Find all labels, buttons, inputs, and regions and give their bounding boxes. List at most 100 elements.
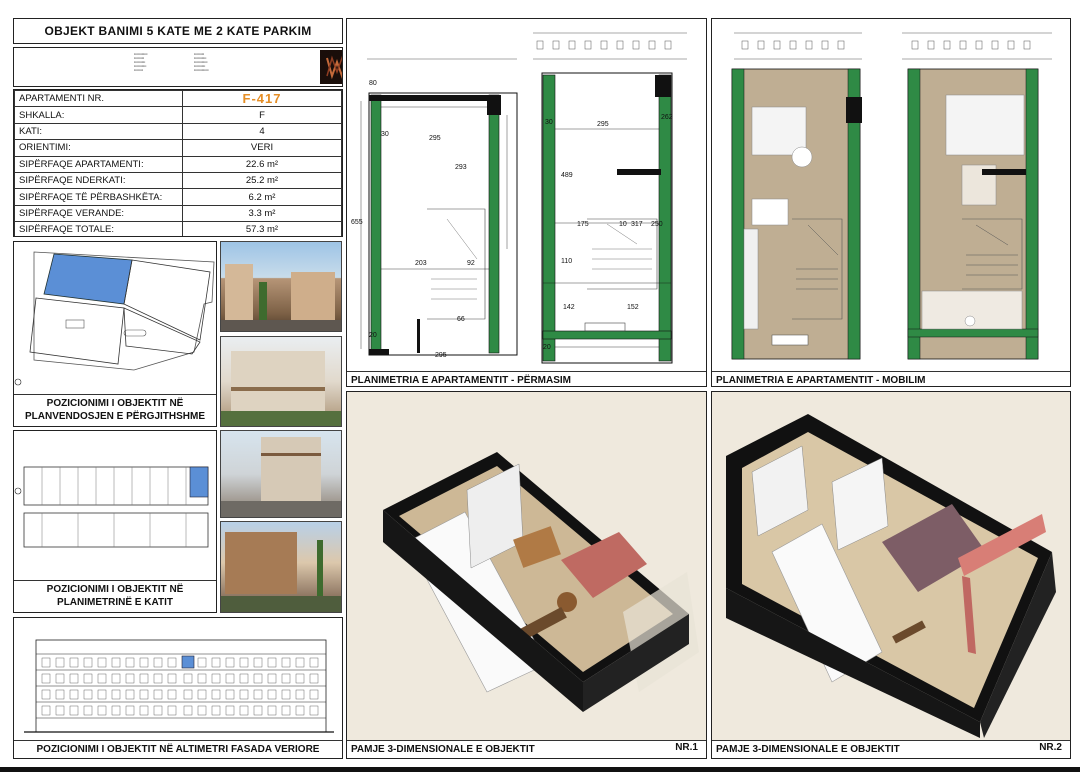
upper-level-plan xyxy=(541,72,673,364)
row-key: SIPËRFAQE TOTALE: xyxy=(14,221,183,236)
row-value: 4 xyxy=(182,122,342,141)
apartment-code: F-417 xyxy=(182,90,342,108)
dim-label: 489 xyxy=(561,172,573,179)
table-row: KATI: 4 xyxy=(14,122,342,141)
dim-label: 20 xyxy=(369,332,377,339)
company-b-text: ▪▪▪▪▪▪▪▪▪ ▪▪▪▪▪▪▪▪▪▪▪ ▪▪▪▪▪▪▪▪▪▪▪▪ ▪▪▪▪▪▪▪▪… xyxy=(194,52,209,72)
company-logo xyxy=(320,50,342,84)
apartment-info-box: APARTAMENTI NR. F-417 SHKALLA: F KATI: 4 O… xyxy=(13,89,343,237)
company-strip: ▪▪▪▪▪▪▪▪▪▪▪▪ ▪▪▪▪▪▪▪▪▪ ▪▪▪▪▪▪▪▪▪▪ ▪▪▪▪▪▪▪▪▪… xyxy=(13,47,343,87)
floor-plan-position-box: POZICIONIMI I OBJEKTIT NË PLANIMETRINË E… xyxy=(13,430,217,613)
dim-label: 142 xyxy=(563,304,575,311)
facade-box: POZICIONIMI I OBJEKTIT NË ALTIMETRI FASA… xyxy=(13,617,343,759)
plan-furnished-box: PLANIMETRIA E APARTAMENTIT - MOBILIM xyxy=(711,18,1071,387)
table-row: SIPËRFAQE APARTAMENTI: 22.6 m² xyxy=(14,155,342,173)
row-value: 3.3 m² xyxy=(182,204,342,223)
dim-label: 30 xyxy=(545,119,553,126)
plan-dimensions-drawing: 295 30 655 293 203 92 295 66 20 80 295 2… xyxy=(351,32,687,364)
render-photo-3-art xyxy=(221,437,341,517)
render-photo-1 xyxy=(220,241,342,332)
render-photo-1-art xyxy=(221,264,341,331)
row-key: ORIENTIMI: xyxy=(14,139,183,157)
view3d-1-render xyxy=(347,392,706,738)
row-key: SIPËRFAQE TË PËRBASHKËTA: xyxy=(14,188,183,206)
header-title-box: OBJEKT BANIMI 5 KATE ME 2 KATE PARKIM NË… xyxy=(13,18,343,44)
plan-dimensions-box: 295 30 655 293 203 92 295 66 20 80 295 2… xyxy=(346,18,707,387)
view3d-2-render xyxy=(712,392,1070,738)
table-row: SIPËRFAQE VERANDE: 3.3 m² xyxy=(14,204,342,223)
dim-label: 262 xyxy=(661,114,673,121)
kitchen-counter-icon xyxy=(743,228,759,330)
logo-mark-icon xyxy=(326,55,342,80)
dim-label: 295 xyxy=(429,135,441,142)
bed-icon xyxy=(945,94,1025,156)
row-key: SIPËRFAQE APARTAMENTI: xyxy=(14,155,183,173)
render-photo-2-art xyxy=(221,351,341,426)
dim-label: 203 xyxy=(415,260,427,267)
facade-drawing xyxy=(24,639,334,733)
site-plan-drawing xyxy=(14,242,216,392)
elevation-strip xyxy=(367,32,687,60)
row-value: VERI xyxy=(182,139,342,157)
render-photo-4-art xyxy=(221,532,341,612)
row-key: KATI: xyxy=(14,122,183,141)
dim-label: 293 xyxy=(455,164,467,171)
table-icon xyxy=(791,146,813,168)
view3d-2-box: PAMJE 3-DIMENSIONALE E OBJEKTIT NR.2 xyxy=(711,391,1071,759)
facade-caption: POZICIONIMI I OBJEKTIT NË ALTIMETRI FASA… xyxy=(14,740,342,758)
facade-windows xyxy=(41,657,319,716)
plan-furnished-caption: PLANIMETRIA E APARTAMENTIT - MOBILIM xyxy=(712,371,1070,386)
dim-label: 295 xyxy=(597,121,609,128)
highlighted-facade-unit xyxy=(181,655,195,669)
site-plan-caption: POZICIONIMI I OBJEKTIT NË PLANVENDOSJEN … xyxy=(14,394,216,425)
row-value: 22.6 m² xyxy=(182,155,342,173)
north-arrow-icon xyxy=(14,487,22,495)
dim-label: 317 xyxy=(631,221,643,228)
floor-plan-position-drawing xyxy=(14,466,209,548)
apartment-label: APARTAMENTI NR. xyxy=(14,90,183,108)
floor-plan-position-caption: POZICIONIMI I OBJEKTIT NË PLANIMETRINË E… xyxy=(14,580,216,611)
dim-label: 152 xyxy=(627,304,639,311)
dim-label: 655 xyxy=(351,219,363,226)
plan-furnished-drawing xyxy=(731,32,1052,360)
row-key: SIPËRFAQE VERANDE: xyxy=(14,204,183,223)
table-row: SIPËRFAQE TOTALE: 57.3 m² xyxy=(14,221,342,236)
table-row: SHKALLA: F xyxy=(14,106,342,124)
table-row: ORIENTIMI: VERI xyxy=(14,139,342,157)
table-row: SIPËRFAQE TË PËRBASHKËTA: 6.2 m² xyxy=(14,188,342,206)
dim-label: 92 xyxy=(467,260,475,267)
row-value: 25.2 m² xyxy=(182,171,342,190)
company-a-text: ▪▪▪▪▪▪▪▪▪▪▪▪ ▪▪▪▪▪▪▪▪▪ ▪▪▪▪▪▪▪▪▪▪ ▪▪▪▪▪▪▪▪▪… xyxy=(134,52,148,72)
dim-label: 80 xyxy=(369,80,377,87)
elevation-strip xyxy=(734,32,1052,60)
dim-label: 250 xyxy=(651,221,663,228)
dim-label: 175 xyxy=(577,221,589,228)
highlighted-unit xyxy=(189,466,209,498)
render-photo-2 xyxy=(220,336,342,427)
document-title: OBJEKT BANIMI 5 KATE ME 2 KATE PARKIM NË… xyxy=(44,24,312,38)
view3d-1-box: PAMJE 3-DIMENSIONALE E OBJEKTIT NR.1 xyxy=(346,391,707,759)
dim-label: 110 xyxy=(561,258,572,265)
site-plan-box: POZICIONIMI I OBJEKTIT NË PLANVENDOSJEN … xyxy=(13,241,217,427)
row-value: 57.3 m² xyxy=(182,221,342,236)
dim-label: 295 xyxy=(435,352,447,359)
row-key: SIPËRFAQE NDERKATI: xyxy=(14,171,183,190)
toilet-icon xyxy=(964,315,976,327)
plan-dimensions-caption: PLANIMETRIA E APARTAMENTIT - PËRMASIM xyxy=(347,371,706,386)
table-row: APARTAMENTI NR. F-417 xyxy=(14,90,342,108)
render-photo-3 xyxy=(220,430,342,518)
view3d-1-number: NR.1 xyxy=(675,742,698,753)
render-photo-4 xyxy=(220,521,342,613)
dim-label: 30 xyxy=(381,131,389,138)
bottom-border-bar xyxy=(0,767,1080,772)
dim-label: 66 xyxy=(457,316,465,323)
table-row: SIPËRFAQE NDERKATI: 25.2 m² xyxy=(14,171,342,190)
row-value: F xyxy=(182,106,342,124)
row-key: SHKALLA: xyxy=(14,106,183,124)
dim-label: 10 xyxy=(619,221,627,228)
view3d-2-caption: PAMJE 3-DIMENSIONALE E OBJEKTIT xyxy=(712,740,1070,758)
apartment-info-table: APARTAMENTI NR. F-417 SHKALLA: F KATI: 4 O… xyxy=(14,90,342,236)
dining-table-icon xyxy=(751,198,789,226)
view3d-1-caption: PAMJE 3-DIMENSIONALE E OBJEKTIT xyxy=(347,740,706,758)
view3d-2-number: NR.2 xyxy=(1039,742,1062,753)
